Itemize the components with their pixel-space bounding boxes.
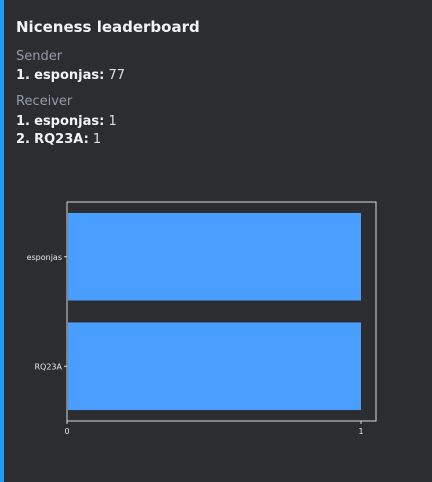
x-tick-label-1: 1 [358,427,363,436]
embed-title: Niceness leaderboard [16,18,200,36]
receiver-entry-1-value: 1 [108,114,117,129]
receiver-entry-1-name: esponjas: [34,114,105,129]
receiver-entry-2-name: RQ23A: [34,132,89,147]
receiver-entry-1: 1. esponjas: 1 [16,114,117,130]
receiver-entry-2: 2. RQ23A: 1 [16,132,101,148]
y-tick-label-esponjas: esponjas [27,253,62,262]
leaderboard-embed: Niceness leaderboard Sender 1. esponjas:… [0,0,432,482]
x-tick-label-0: 0 [64,427,69,436]
sender-entry-1: 1. esponjas: 77 [16,68,125,84]
receiver-field-label: Receiver [16,94,73,109]
y-tick-label-RQ23A: RQ23A [34,362,62,371]
leaderboard-chart-image[interactable]: esponjas RQ23A 0 1 [14,190,414,460]
bar-esponjas [68,212,361,301]
bar-RQ23A [68,322,361,411]
receiver-entry-2-rank: 2. [16,132,30,147]
sender-entry-1-value: 77 [108,68,126,83]
receiver-entry-1-rank: 1. [16,114,30,129]
sender-entry-1-rank: 1. [16,68,30,83]
sender-entry-1-name: esponjas: [34,68,105,83]
embed-accent-bar [0,0,4,482]
bar-chart: esponjas RQ23A 0 1 [27,201,377,436]
sender-field-label: Sender [16,49,63,64]
receiver-entry-2-value: 1 [92,132,102,147]
